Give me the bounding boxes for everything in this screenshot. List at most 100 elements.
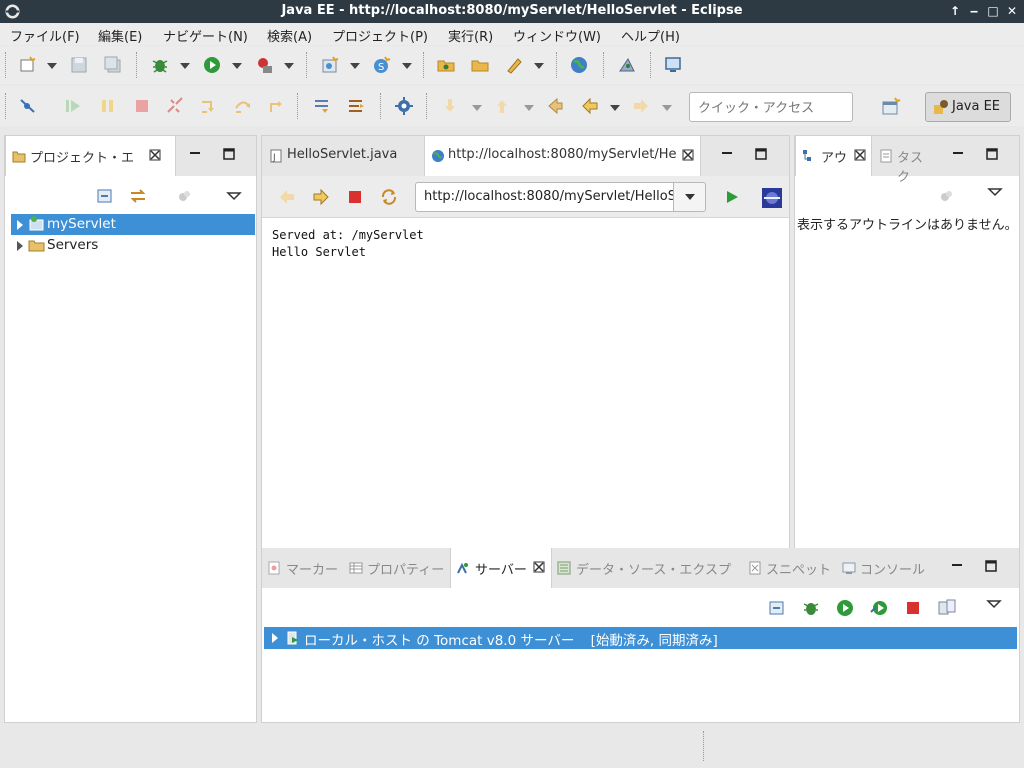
disconnect-icon[interactable] — [165, 96, 185, 116]
close-window-button[interactable]: ✕ — [1004, 2, 1020, 20]
chevron-down-icon[interactable] — [284, 63, 294, 69]
debug-server-icon[interactable] — [801, 598, 821, 618]
minimize-icon[interactable] — [188, 147, 202, 161]
view-menu-icon[interactable] — [984, 594, 1004, 614]
filters-icon[interactable] — [175, 186, 195, 206]
keep-above-button[interactable]: ↑ — [947, 2, 963, 20]
menu-window[interactable]: ウィンドウ(W) — [513, 26, 601, 45]
save-icon[interactable] — [69, 55, 89, 75]
new-servlet-icon[interactable]: S — [372, 55, 392, 75]
skip-breakpoints-icon[interactable] — [18, 96, 38, 116]
eclipse-browser-icon[interactable] — [761, 187, 783, 209]
new-server-icon[interactable] — [320, 55, 340, 75]
back-arrow-icon[interactable] — [580, 96, 600, 116]
tab-markers[interactable]: マーカー — [262, 548, 346, 588]
menu-file[interactable]: ファイル(F) — [10, 26, 80, 45]
expand-icon[interactable] — [17, 241, 23, 251]
new-icon[interactable] — [18, 55, 38, 75]
profile-server-icon[interactable] — [869, 598, 889, 618]
browser-stop-icon[interactable] — [345, 187, 365, 207]
open-folder-icon[interactable] — [470, 55, 490, 75]
tree-item-myservlet[interactable]: myServlet — [11, 214, 255, 235]
step-into-icon[interactable] — [199, 96, 219, 116]
chevron-down-icon[interactable] — [402, 63, 412, 69]
debug-icon[interactable] — [150, 55, 170, 75]
java-ee-perspective-button[interactable]: Java EE — [925, 92, 1011, 122]
resume-icon[interactable] — [63, 96, 83, 116]
collapse-all-icon[interactable] — [95, 186, 115, 206]
close-icon[interactable] — [682, 148, 694, 162]
start-server-icon[interactable] — [835, 598, 855, 618]
open-perspective-icon[interactable] — [880, 96, 902, 118]
close-icon[interactable] — [533, 560, 545, 574]
menu-run[interactable]: 実行(R) — [448, 26, 493, 45]
tab-project-explorer[interactable]: プロジェクト・エ — [5, 136, 176, 176]
server-row-tomcat[interactable]: ローカル・ホスト の Tomcat v8.0 サーバー [始動済み, 同期済み] — [264, 627, 1017, 649]
tab-properties[interactable]: プロパティー — [346, 548, 450, 588]
publish-icon[interactable] — [937, 598, 957, 618]
minimize-icon[interactable] — [950, 559, 964, 573]
menu-help[interactable]: ヘルプ(H) — [621, 26, 680, 45]
external-tools-icon[interactable] — [254, 55, 274, 75]
browser-back-icon[interactable] — [277, 187, 297, 207]
browser-url-input[interactable]: http://localhost:8080/myServlet/HelloSer… — [415, 182, 673, 212]
maximize-icon[interactable] — [984, 559, 998, 573]
chevron-down-icon[interactable] — [180, 63, 190, 69]
chevron-down-icon[interactable] — [47, 63, 57, 69]
view-menu-icon[interactable] — [985, 182, 1005, 202]
tab-outline[interactable]: アウ — [795, 136, 872, 176]
tab-browser[interactable]: http://localhost:8080/myServlet/He — [424, 136, 701, 176]
url-history-dropdown[interactable] — [673, 182, 706, 212]
minimize-icon[interactable] — [951, 147, 965, 161]
browser-forward-icon[interactable] — [311, 187, 331, 207]
web-browser-icon[interactable] — [569, 55, 589, 75]
next-annotation-icon[interactable] — [440, 96, 460, 116]
gear-icon[interactable] — [394, 96, 414, 116]
maximize-icon[interactable] — [754, 147, 768, 161]
tab-helloservlet-java[interactable]: J HelloServlet.java — [262, 136, 424, 176]
tab-data-source-explorer[interactable]: データ・ソース・エクスプ — [554, 548, 744, 588]
tab-console[interactable]: コンソール — [840, 548, 932, 588]
link-with-editor-icon[interactable] — [128, 186, 148, 206]
menu-search[interactable]: 検索(A) — [267, 26, 312, 45]
browser-refresh-icon[interactable] — [379, 187, 399, 207]
filters-icon[interactable] — [937, 186, 957, 206]
menu-navigate[interactable]: ナビゲート(N) — [163, 26, 248, 45]
chevron-down-icon[interactable] — [662, 105, 672, 111]
tab-servers[interactable]: サーバー — [450, 548, 552, 588]
suspend-icon[interactable] — [98, 96, 118, 116]
drop-to-frame-icon[interactable] — [346, 96, 366, 116]
collapse-all-icon[interactable] — [767, 598, 787, 618]
use-step-filters-icon[interactable] — [312, 96, 332, 116]
tab-snippets[interactable]: スニペット — [746, 548, 838, 588]
maximize-icon[interactable] — [985, 147, 999, 161]
step-return-icon[interactable] — [266, 96, 286, 116]
remote-system-icon[interactable] — [617, 55, 637, 75]
annotation-icon[interactable] — [504, 55, 524, 75]
last-edit-location-icon[interactable] — [545, 96, 565, 116]
expand-icon[interactable] — [272, 633, 278, 643]
maximize-icon[interactable] — [222, 147, 236, 161]
tab-tasks[interactable]: タスク — [875, 136, 935, 185]
open-type-icon[interactable] — [436, 55, 456, 75]
minimize-window-button[interactable]: ‒ — [966, 2, 982, 20]
tree-item-servers[interactable]: Servers — [11, 235, 255, 256]
chevron-down-icon[interactable] — [350, 63, 360, 69]
forward-arrow-icon[interactable] — [631, 96, 651, 116]
view-menu-icon[interactable] — [224, 186, 244, 206]
maximize-window-button[interactable]: □ — [985, 2, 1001, 20]
chevron-down-icon[interactable] — [524, 105, 534, 111]
chevron-down-icon[interactable] — [534, 63, 544, 69]
save-all-icon[interactable] — [103, 55, 123, 75]
menu-edit[interactable]: 編集(E) — [98, 26, 142, 45]
terminate-icon[interactable] — [132, 96, 152, 116]
stop-server-icon[interactable] — [903, 598, 923, 618]
quick-access-input[interactable] — [689, 92, 853, 122]
expand-icon[interactable] — [17, 220, 23, 230]
go-icon[interactable] — [722, 187, 742, 207]
close-icon[interactable] — [149, 148, 161, 162]
step-over-icon[interactable] — [233, 96, 253, 116]
chevron-down-icon[interactable] — [472, 105, 482, 111]
chevron-down-icon[interactable] — [610, 105, 620, 111]
console-monitor-icon[interactable] — [663, 55, 683, 75]
